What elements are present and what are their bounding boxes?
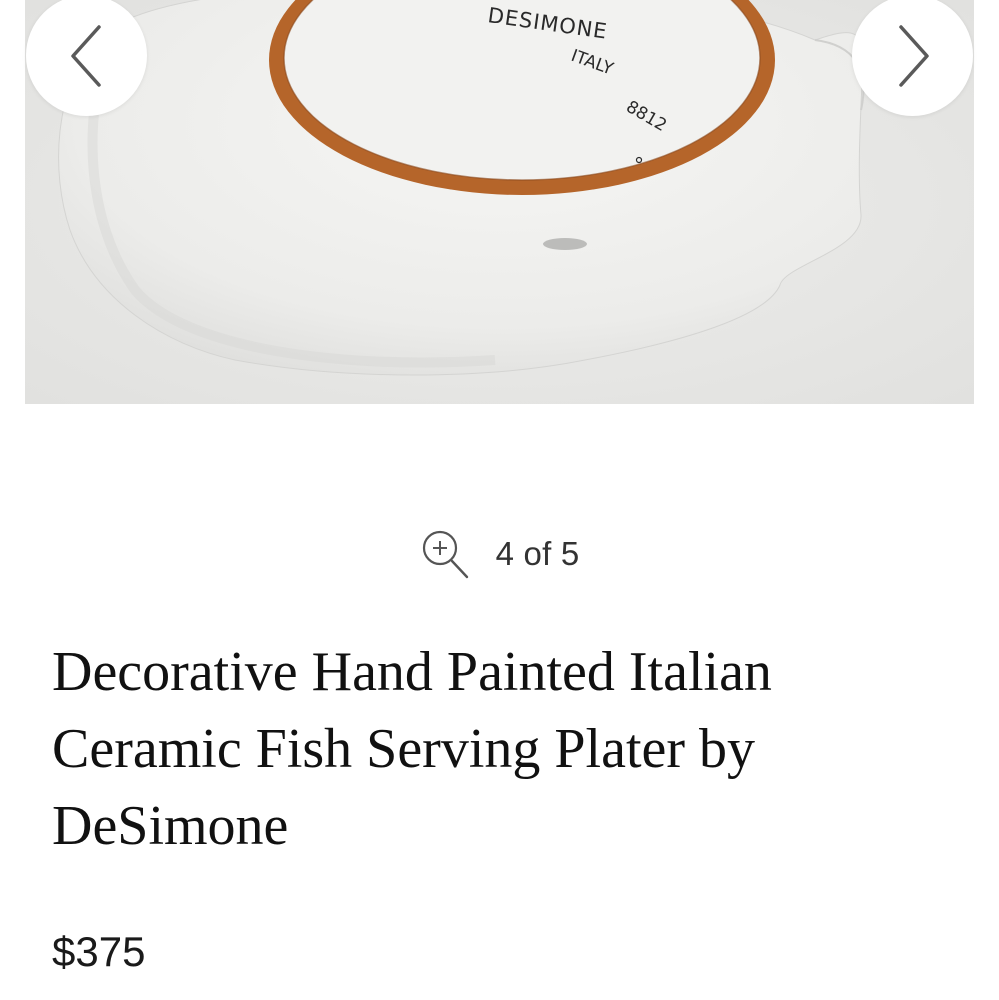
product-photo: DESIMONE ITALY 8812 [25, 0, 974, 404]
zoom-in-icon[interactable] [420, 528, 470, 580]
product-price: $375 [52, 928, 146, 975]
image-counter-text: 4 of 5 [495, 535, 580, 572]
next-image-button[interactable] [852, 0, 973, 116]
product-image-gallery[interactable]: DESIMONE ITALY 8812 [25, 0, 974, 404]
previous-image-button[interactable] [26, 0, 147, 116]
image-counter: 4 of 5 [0, 527, 999, 581]
chevron-right-icon [898, 24, 929, 87]
product-title: Decorative Hand Painted Italian Ceramic … [52, 641, 772, 857]
chevron-left-icon [70, 24, 101, 87]
